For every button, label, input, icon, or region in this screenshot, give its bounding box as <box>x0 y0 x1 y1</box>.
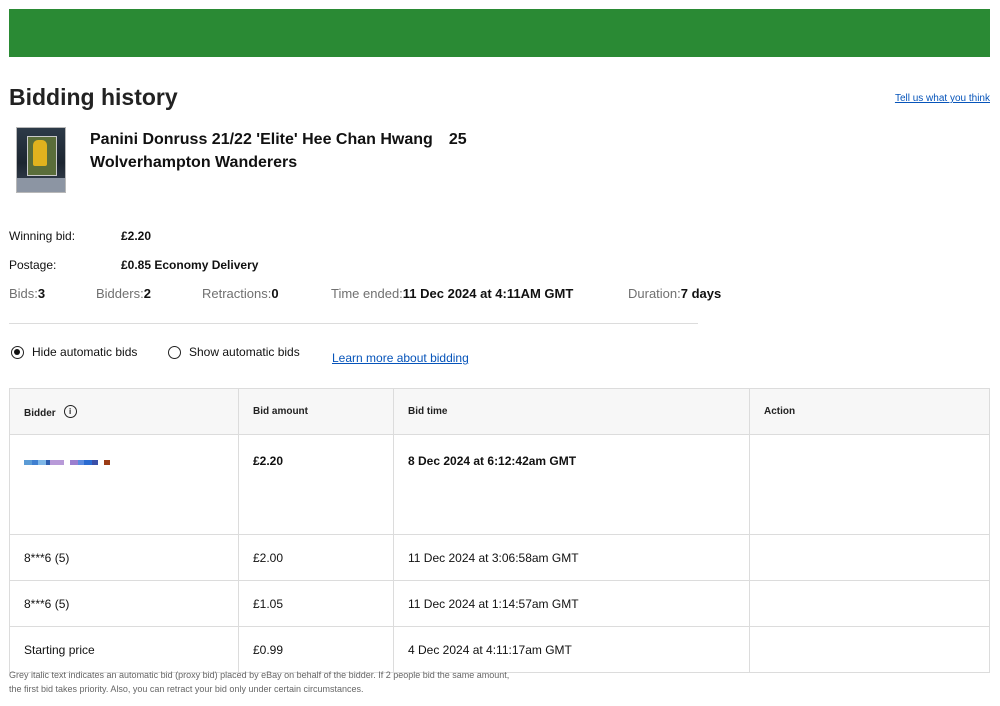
action-cell <box>749 434 990 535</box>
winning-bid-label: Winning bid: <box>9 229 76 243</box>
show-automatic-bids-radio[interactable] <box>168 345 181 359</box>
info-icon[interactable]: i <box>63 404 77 418</box>
stat-retractions-value: 0 <box>271 286 279 301</box>
amount-cell: £1.05 <box>238 580 394 627</box>
postage-label: Postage: <box>9 258 57 272</box>
divider <box>9 323 698 324</box>
card-base <box>17 178 65 192</box>
page-title: Bidding history <box>9 84 178 110</box>
stat-time-ended-value: 11 Dec 2024 at 4:11AM GMT <box>402 286 574 301</box>
bid-history-table: Bidder i Bid amount Bid time Action £2.20… <box>9 388 990 673</box>
hide-automatic-bids-option[interactable]: Hide automatic bids <box>11 345 137 359</box>
hide-automatic-bids-radio[interactable] <box>11 345 24 359</box>
amount-cell: £0.99 <box>238 626 394 673</box>
footnote-line-2: the first bid takes priority. Also, you … <box>9 684 364 694</box>
stat-time-ended-label: Time ended: <box>331 286 403 301</box>
table-header-row: Bidder i Bid amount Bid time Action <box>9 388 990 435</box>
postage-value: £0.85 Economy Delivery <box>121 258 259 272</box>
winning-bid-value: £2.20 <box>121 229 152 243</box>
header-bidder-label: Bidder <box>24 407 56 419</box>
show-automatic-bids-option[interactable]: Show automatic bids <box>168 345 300 359</box>
item-number: 25 <box>448 131 467 148</box>
amount-cell: £2.00 <box>238 534 394 581</box>
header-bid-amount: Bid amount <box>238 388 394 435</box>
item-thumbnail[interactable] <box>16 127 66 193</box>
stat-bidders: Bidders:2 <box>96 286 151 301</box>
bidder-cell <box>9 434 239 535</box>
action-cell <box>749 626 990 673</box>
stat-bids-label: Bids: <box>9 286 38 301</box>
table-row: 8***6 (5) £1.05 11 Dec 2024 at 1:14:57am… <box>9 580 990 627</box>
table-row: 8***6 (5) £2.00 11 Dec 2024 at 3:06:58am… <box>9 534 990 581</box>
stat-bidders-value: 2 <box>143 286 151 301</box>
footnote-line-1: Grey italic text indicates an automatic … <box>9 670 510 680</box>
show-automatic-bids-label: Show automatic bids <box>189 345 300 359</box>
redacted-bidder-name <box>24 460 110 465</box>
time-cell: 11 Dec 2024 at 3:06:58am GMT <box>393 534 750 581</box>
amount-cell: £2.20 <box>238 434 394 535</box>
feedback-link[interactable]: Tell us what you think <box>895 93 990 104</box>
action-cell <box>749 534 990 581</box>
item-title-text: Panini Donruss 21/22 'Elite' Hee Chan Hw… <box>90 131 433 148</box>
action-cell <box>749 580 990 627</box>
time-cell: 4 Dec 2024 at 4:11:17am GMT <box>393 626 750 673</box>
player-figure <box>33 140 47 166</box>
header-action: Action <box>749 388 990 435</box>
time-cell: 11 Dec 2024 at 1:14:57am GMT <box>393 580 750 627</box>
item-subtitle: Wolverhampton Wanderers <box>90 154 298 171</box>
stat-bidders-label: Bidders: <box>96 286 144 301</box>
header-bidder: Bidder i <box>9 388 239 435</box>
bidder-cell[interactable]: 8***6 (5) <box>9 580 239 627</box>
header-bid-time: Bid time <box>393 388 750 435</box>
hide-automatic-bids-label: Hide automatic bids <box>32 345 138 359</box>
table-row: Starting price £0.99 4 Dec 2024 at 4:11:… <box>9 626 990 673</box>
item-title[interactable]: Panini Donruss 21/22 'Elite' Hee Chan Hw… <box>90 128 510 174</box>
stat-retractions-label: Retractions: <box>202 286 272 301</box>
stat-bids: Bids:3 <box>9 286 45 301</box>
stat-time-ended: Time ended:11 Dec 2024 at 4:11AM GMT <box>331 286 573 301</box>
stat-retractions: Retractions:0 <box>202 286 279 301</box>
learn-more-link[interactable]: Learn more about bidding <box>332 351 469 365</box>
bidder-cell: Starting price <box>9 626 239 673</box>
table-row: £2.20 8 Dec 2024 at 6:12:42am GMT <box>9 434 990 535</box>
stat-duration: Duration:7 days <box>628 286 721 301</box>
footnote: Grey italic text indicates an automatic … <box>9 668 589 696</box>
stat-bids-value: 3 <box>37 286 46 301</box>
bidder-cell[interactable]: 8***6 (5) <box>9 534 239 581</box>
stat-duration-value: 7 days <box>680 286 722 301</box>
stat-duration-label: Duration: <box>628 286 681 301</box>
time-cell: 8 Dec 2024 at 6:12:42am GMT <box>393 434 750 535</box>
header-bar <box>9 9 990 57</box>
